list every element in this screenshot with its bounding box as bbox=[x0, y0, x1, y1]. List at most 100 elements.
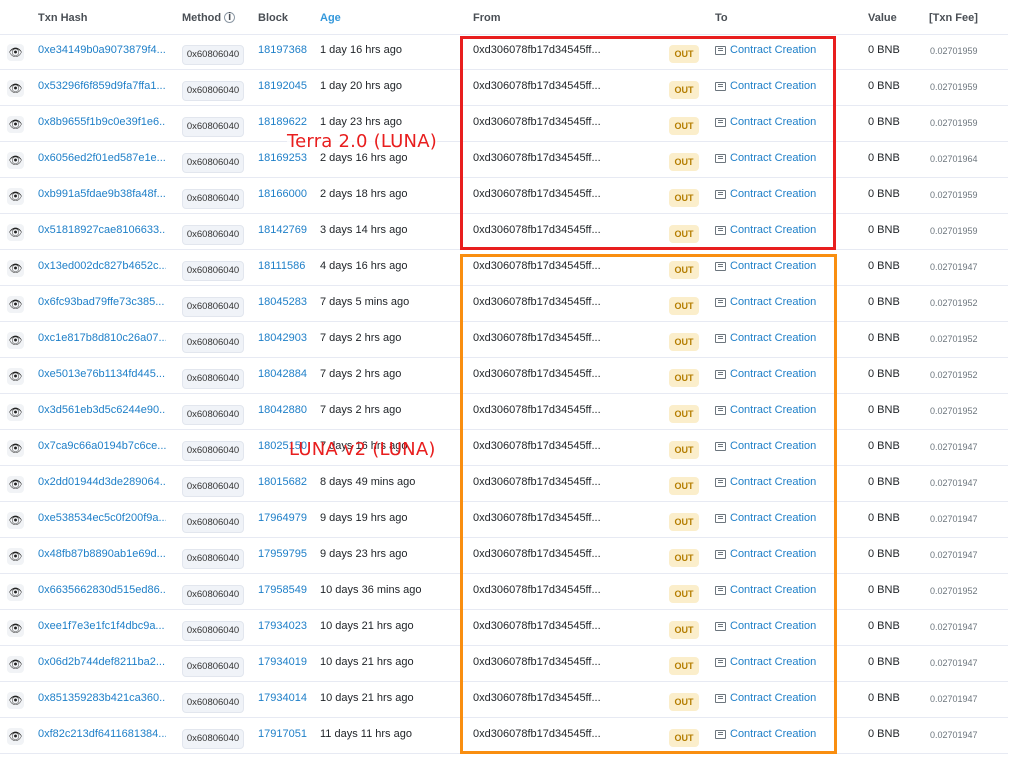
eye-icon[interactable]: 👁 bbox=[7, 332, 24, 349]
block-link[interactable]: 18197368 bbox=[258, 44, 307, 56]
block-link[interactable]: 17934019 bbox=[258, 656, 307, 668]
txn-hash-link[interactable]: 0x53296f6f859d9fa7ffa1... bbox=[38, 80, 166, 92]
from-address[interactable]: 0xd306078fb17d34545ff... bbox=[473, 332, 601, 344]
block-link[interactable]: 18045283 bbox=[258, 296, 307, 308]
txn-hash-link[interactable]: 0x6635662830d515ed86... bbox=[38, 584, 166, 596]
eye-icon[interactable]: 👁 bbox=[7, 404, 24, 421]
contract-creation-link[interactable]: Contract Creation bbox=[730, 656, 816, 668]
from-address[interactable]: 0xd306078fb17d34545ff... bbox=[473, 692, 601, 704]
contract-creation-link[interactable]: Contract Creation bbox=[730, 692, 816, 704]
txn-hash-link[interactable]: 0xe5013e76b1134fd445... bbox=[38, 368, 166, 380]
txn-hash-link[interactable]: 0xe538534ec5c0f200f9a... bbox=[38, 512, 166, 524]
contract-creation-link[interactable]: Contract Creation bbox=[730, 260, 816, 272]
contract-creation-link[interactable]: Contract Creation bbox=[730, 512, 816, 524]
contract-creation-link[interactable]: Contract Creation bbox=[730, 44, 816, 56]
block-link[interactable]: 18189622 bbox=[258, 116, 307, 128]
contract-creation-link[interactable]: Contract Creation bbox=[730, 404, 816, 416]
eye-icon[interactable]: 👁 bbox=[7, 440, 24, 457]
from-address[interactable]: 0xd306078fb17d34545ff... bbox=[473, 296, 601, 308]
eye-icon[interactable]: 👁 bbox=[7, 584, 24, 601]
block-link[interactable]: 17964979 bbox=[258, 512, 307, 524]
block-link[interactable]: 18111586 bbox=[258, 260, 305, 272]
block-link[interactable]: 18169253 bbox=[258, 152, 307, 164]
txn-hash-link[interactable]: 0xe34149b0a9073879f4... bbox=[38, 44, 166, 56]
block-link[interactable]: 17917051 bbox=[258, 728, 307, 740]
contract-creation-link[interactable]: Contract Creation bbox=[730, 548, 816, 560]
block-link[interactable]: 18142769 bbox=[258, 224, 307, 236]
from-address[interactable]: 0xd306078fb17d34545ff... bbox=[473, 224, 601, 236]
contract-creation-link[interactable]: Contract Creation bbox=[730, 584, 816, 596]
from-address[interactable]: 0xd306078fb17d34545ff... bbox=[473, 728, 601, 740]
from-address[interactable]: 0xd306078fb17d34545ff... bbox=[473, 512, 601, 524]
from-address[interactable]: 0xd306078fb17d34545ff... bbox=[473, 80, 601, 92]
txn-hash-link[interactable]: 0x6056ed2f01ed587e1e... bbox=[38, 152, 166, 164]
eye-icon[interactable]: 👁 bbox=[7, 512, 24, 529]
contract-creation-link[interactable]: Contract Creation bbox=[730, 332, 816, 344]
eye-icon[interactable]: 👁 bbox=[7, 728, 24, 745]
eye-icon[interactable]: 👁 bbox=[7, 476, 24, 493]
block-link[interactable]: 17934023 bbox=[258, 620, 307, 632]
block-link[interactable]: 17958549 bbox=[258, 584, 307, 596]
contract-creation-link[interactable]: Contract Creation bbox=[730, 440, 816, 452]
contract-creation-link[interactable]: Contract Creation bbox=[730, 296, 816, 308]
from-address[interactable]: 0xd306078fb17d34545ff... bbox=[473, 404, 601, 416]
txn-hash-link[interactable]: 0xee1f7e3e1fc1f4dbc9a... bbox=[38, 620, 166, 632]
contract-creation-link[interactable]: Contract Creation bbox=[730, 476, 816, 488]
block-link[interactable]: 18042903 bbox=[258, 332, 307, 344]
contract-creation-link[interactable]: Contract Creation bbox=[730, 152, 816, 164]
txn-hash-link[interactable]: 0x6fc93bad79ffe73c385... bbox=[38, 296, 166, 308]
txn-hash-link[interactable]: 0x2dd01944d3de289064... bbox=[38, 476, 166, 488]
contract-creation-link[interactable]: Contract Creation bbox=[730, 620, 816, 632]
txn-hash-link[interactable]: 0x8b9655f1b9c0e39f1e6... bbox=[38, 116, 166, 128]
contract-creation-link[interactable]: Contract Creation bbox=[730, 368, 816, 380]
eye-icon[interactable]: 👁 bbox=[7, 152, 24, 169]
eye-icon[interactable]: 👁 bbox=[7, 224, 24, 241]
block-link[interactable]: 18015682 bbox=[258, 476, 307, 488]
from-address[interactable]: 0xd306078fb17d34545ff... bbox=[473, 584, 601, 596]
from-address[interactable]: 0xd306078fb17d34545ff... bbox=[473, 656, 601, 668]
from-address[interactable]: 0xd306078fb17d34545ff... bbox=[473, 188, 601, 200]
from-address[interactable]: 0xd306078fb17d34545ff... bbox=[473, 44, 601, 56]
from-address[interactable]: 0xd306078fb17d34545ff... bbox=[473, 548, 601, 560]
contract-creation-link[interactable]: Contract Creation bbox=[730, 116, 816, 128]
contract-creation-link[interactable]: Contract Creation bbox=[730, 80, 816, 92]
eye-icon[interactable]: 👁 bbox=[7, 44, 24, 61]
eye-icon[interactable]: 👁 bbox=[7, 368, 24, 385]
txn-hash-link[interactable]: 0x3d561eb3d5c6244e90... bbox=[38, 404, 166, 416]
eye-icon[interactable]: 👁 bbox=[7, 260, 24, 277]
eye-icon[interactable]: 👁 bbox=[7, 692, 24, 709]
from-address[interactable]: 0xd306078fb17d34545ff... bbox=[473, 476, 601, 488]
info-icon[interactable]: i bbox=[224, 12, 236, 23]
block-link[interactable]: 18166000 bbox=[258, 188, 307, 200]
block-link[interactable]: 17934014 bbox=[258, 692, 307, 704]
header-txn-fee-toggle[interactable]: [Txn Fee] bbox=[929, 12, 978, 24]
eye-icon[interactable]: 👁 bbox=[7, 620, 24, 637]
txn-hash-link[interactable]: 0x48fb87b8890ab1e69d... bbox=[38, 548, 166, 560]
eye-icon[interactable]: 👁 bbox=[7, 656, 24, 673]
block-link[interactable]: 18042884 bbox=[258, 368, 307, 380]
eye-icon[interactable]: 👁 bbox=[7, 80, 24, 97]
txn-hash-link[interactable]: 0x13ed002dc827b4652c... bbox=[38, 260, 166, 272]
from-address[interactable]: 0xd306078fb17d34545ff... bbox=[473, 368, 601, 380]
txn-hash-link[interactable]: 0xf82c213df6411681384... bbox=[38, 728, 166, 740]
eye-icon[interactable]: 👁 bbox=[7, 116, 24, 133]
from-address[interactable]: 0xd306078fb17d34545ff... bbox=[473, 620, 601, 632]
eye-icon[interactable]: 👁 bbox=[7, 296, 24, 313]
contract-creation-link[interactable]: Contract Creation bbox=[730, 728, 816, 740]
txn-hash-link[interactable]: 0x7ca9c66a0194b7c6ce... bbox=[38, 440, 166, 452]
txn-hash-link[interactable]: 0x51818927cae8106633... bbox=[38, 224, 166, 236]
from-address[interactable]: 0xd306078fb17d34545ff... bbox=[473, 260, 601, 272]
from-address[interactable]: 0xd306078fb17d34545ff... bbox=[473, 116, 601, 128]
eye-icon[interactable]: 👁 bbox=[7, 188, 24, 205]
eye-icon[interactable]: 👁 bbox=[7, 548, 24, 565]
txn-hash-link[interactable]: 0x851359283b421ca360... bbox=[38, 692, 166, 704]
from-address[interactable]: 0xd306078fb17d34545ff... bbox=[473, 440, 601, 452]
txn-hash-link[interactable]: 0x06d2b744def8211ba2... bbox=[38, 656, 166, 668]
from-address[interactable]: 0xd306078fb17d34545ff... bbox=[473, 152, 601, 164]
contract-creation-link[interactable]: Contract Creation bbox=[730, 224, 816, 236]
contract-creation-link[interactable]: Contract Creation bbox=[730, 188, 816, 200]
block-link[interactable]: 17959795 bbox=[258, 548, 307, 560]
header-age-toggle[interactable]: Age bbox=[320, 12, 341, 24]
txn-hash-link[interactable]: 0xb991a5fdae9b38fa48f... bbox=[38, 188, 166, 200]
txn-hash-link[interactable]: 0xc1e817b8d810c26a07... bbox=[38, 332, 166, 344]
